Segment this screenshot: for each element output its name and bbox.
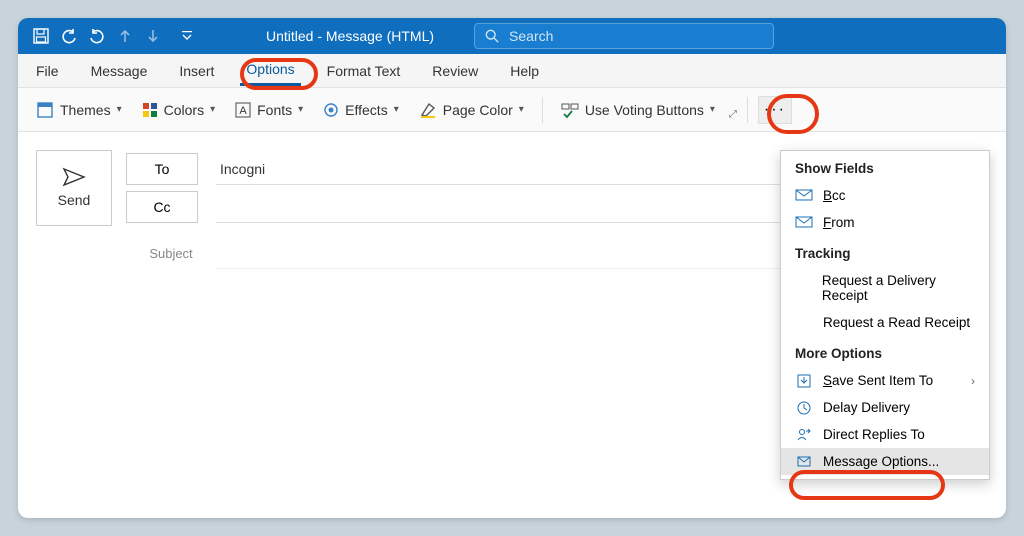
section-more-options: More Options — [781, 336, 989, 367]
fonts-button[interactable]: A Fonts▾ — [227, 98, 311, 122]
ribbon-overflow-button[interactable]: ··· — [758, 96, 792, 124]
send-icon — [63, 168, 85, 186]
svg-text:A: A — [239, 105, 247, 117]
colors-button[interactable]: Colors▾ — [134, 98, 224, 122]
menu-request-delivery-receipt[interactable]: Request a Delivery Receipt — [781, 267, 989, 309]
page-color-button[interactable]: Page Color▾ — [411, 97, 532, 123]
voting-buttons-button[interactable]: Use Voting Buttons▾ — [553, 97, 723, 123]
direct-replies-icon — [795, 428, 813, 442]
colors-icon — [142, 102, 158, 118]
overflow-dropdown: Show Fields Bcc From Tracking Request a … — [780, 150, 990, 480]
window-title: Untitled - Message (HTML) — [266, 28, 434, 44]
search-placeholder: Search — [509, 28, 553, 44]
send-button[interactable]: Send — [36, 150, 112, 226]
effects-button[interactable]: Effects▾ — [315, 98, 407, 122]
menu-message-options[interactable]: Message Options... — [781, 448, 989, 475]
menu-request-read-receipt[interactable]: Request a Read Receipt — [781, 309, 989, 336]
subject-label: Subject — [126, 246, 216, 261]
title-bar: Untitled - Message (HTML) Search — [18, 18, 1006, 54]
from-icon — [795, 217, 813, 229]
menu-save-sent-item-to[interactable]: Save Sent Item To › — [781, 367, 989, 394]
effects-icon — [323, 102, 339, 118]
up-arrow-icon[interactable] — [116, 27, 134, 45]
tab-format-text[interactable]: Format Text — [321, 57, 407, 85]
cc-button[interactable]: Cc — [126, 191, 198, 223]
save-sent-icon — [795, 374, 813, 388]
tab-file[interactable]: File — [30, 57, 65, 85]
search-icon — [485, 29, 499, 43]
ribbon-tabs: File Message Insert Options Format Text … — [18, 54, 1006, 88]
message-options-icon — [795, 455, 813, 469]
search-input[interactable]: Search — [474, 23, 774, 49]
chevron-down-icon: ▾ — [298, 104, 303, 115]
voting-icon — [561, 101, 579, 119]
menu-delay-delivery[interactable]: Delay Delivery — [781, 394, 989, 421]
menu-direct-replies-to[interactable]: Direct Replies To — [781, 421, 989, 448]
qat-overflow-icon[interactable] — [178, 27, 196, 45]
section-tracking: Tracking — [781, 236, 989, 267]
page-color-icon — [419, 101, 437, 119]
down-arrow-icon[interactable] — [144, 27, 162, 45]
fonts-icon: A — [235, 102, 251, 118]
delay-icon — [795, 401, 813, 415]
tab-review[interactable]: Review — [426, 57, 484, 85]
section-show-fields: Show Fields — [781, 151, 989, 182]
chevron-down-icon: ▾ — [519, 104, 524, 115]
chevron-down-icon: ▾ — [210, 104, 215, 115]
tab-insert[interactable]: Insert — [173, 57, 220, 85]
separator — [542, 97, 543, 123]
bcc-icon — [795, 190, 813, 202]
separator — [747, 97, 748, 123]
themes-icon — [36, 101, 54, 119]
redo-icon[interactable] — [88, 27, 106, 45]
themes-button[interactable]: Themes▾ — [28, 97, 130, 123]
menu-from[interactable]: From — [781, 209, 989, 236]
chevron-down-icon: ▾ — [710, 104, 715, 115]
chevron-right-icon: › — [971, 374, 975, 388]
chevron-down-icon: ▾ — [394, 104, 399, 115]
undo-icon[interactable] — [60, 27, 78, 45]
chevron-down-icon: ▾ — [117, 104, 122, 115]
tab-help[interactable]: Help — [504, 57, 545, 85]
tab-options[interactable]: Options — [240, 55, 300, 86]
save-icon[interactable] — [32, 27, 50, 45]
ribbon-options: Themes▾ Colors▾ A Fonts▾ Effects▾ Page C… — [18, 88, 1006, 132]
menu-bcc[interactable]: Bcc — [781, 182, 989, 209]
tab-message[interactable]: Message — [85, 57, 154, 85]
dialog-launcher-icon[interactable]: ⤢ — [729, 109, 737, 120]
to-button[interactable]: To — [126, 153, 198, 185]
